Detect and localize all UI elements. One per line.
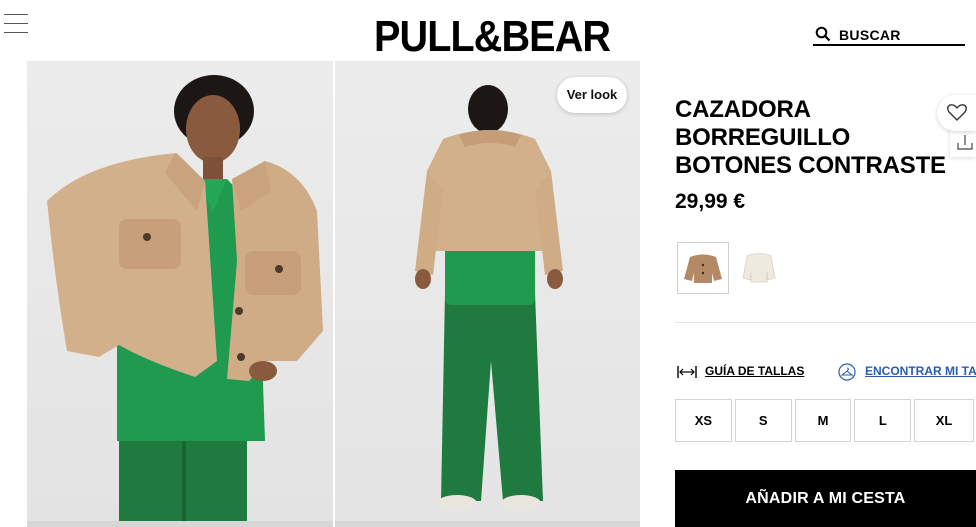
product-title-line: CAZADORA [675, 96, 811, 123]
ruler-icon [677, 366, 697, 378]
size-guide-label: GUÍA DE TALLAS [705, 364, 805, 378]
product-photo-back[interactable] [335, 61, 640, 521]
brand-logo[interactable]: PULL&BEAR [374, 14, 611, 60]
color-swatch-camel[interactable] [677, 242, 729, 294]
search-input[interactable]: BUSCAR [813, 24, 965, 46]
product-title-line: BOTONES CONTRASTE [675, 152, 946, 179]
size-option-l[interactable]: L [854, 399, 912, 442]
color-swatch-white[interactable] [733, 242, 785, 294]
size-selector: XS S M L XL [675, 399, 974, 442]
jacket-thumbnail [684, 254, 722, 283]
product-title-line: BORREGUILLO [675, 124, 851, 151]
next-photo-preview [335, 521, 640, 527]
search-label: BUSCAR [839, 27, 901, 43]
size-option-xl[interactable]: XL [914, 399, 974, 442]
add-to-cart-button[interactable]: AÑADIR A MI CESTA [675, 470, 976, 527]
wishlist-button[interactable] [937, 95, 976, 131]
view-look-button[interactable]: Ver look [557, 77, 627, 113]
find-my-size-label: ENCONTRAR MI TALLA [865, 364, 976, 378]
size-option-xs[interactable]: XS [675, 399, 732, 442]
product-title: CAZADORA BORREGUILLO BOTONES CONTRASTE [675, 96, 946, 180]
heart-icon [947, 104, 967, 121]
size-option-s[interactable]: S [734, 399, 792, 442]
section-divider [675, 322, 976, 323]
jacket-thumbnail [742, 253, 776, 283]
hanger-icon [838, 363, 856, 381]
product-photo-front[interactable] [27, 61, 333, 521]
size-option-m[interactable]: M [794, 399, 852, 442]
search-icon [815, 26, 831, 42]
product-price: 29,99 € [675, 190, 746, 213]
menu-icon[interactable] [4, 14, 28, 38]
next-photo-preview [27, 521, 333, 527]
